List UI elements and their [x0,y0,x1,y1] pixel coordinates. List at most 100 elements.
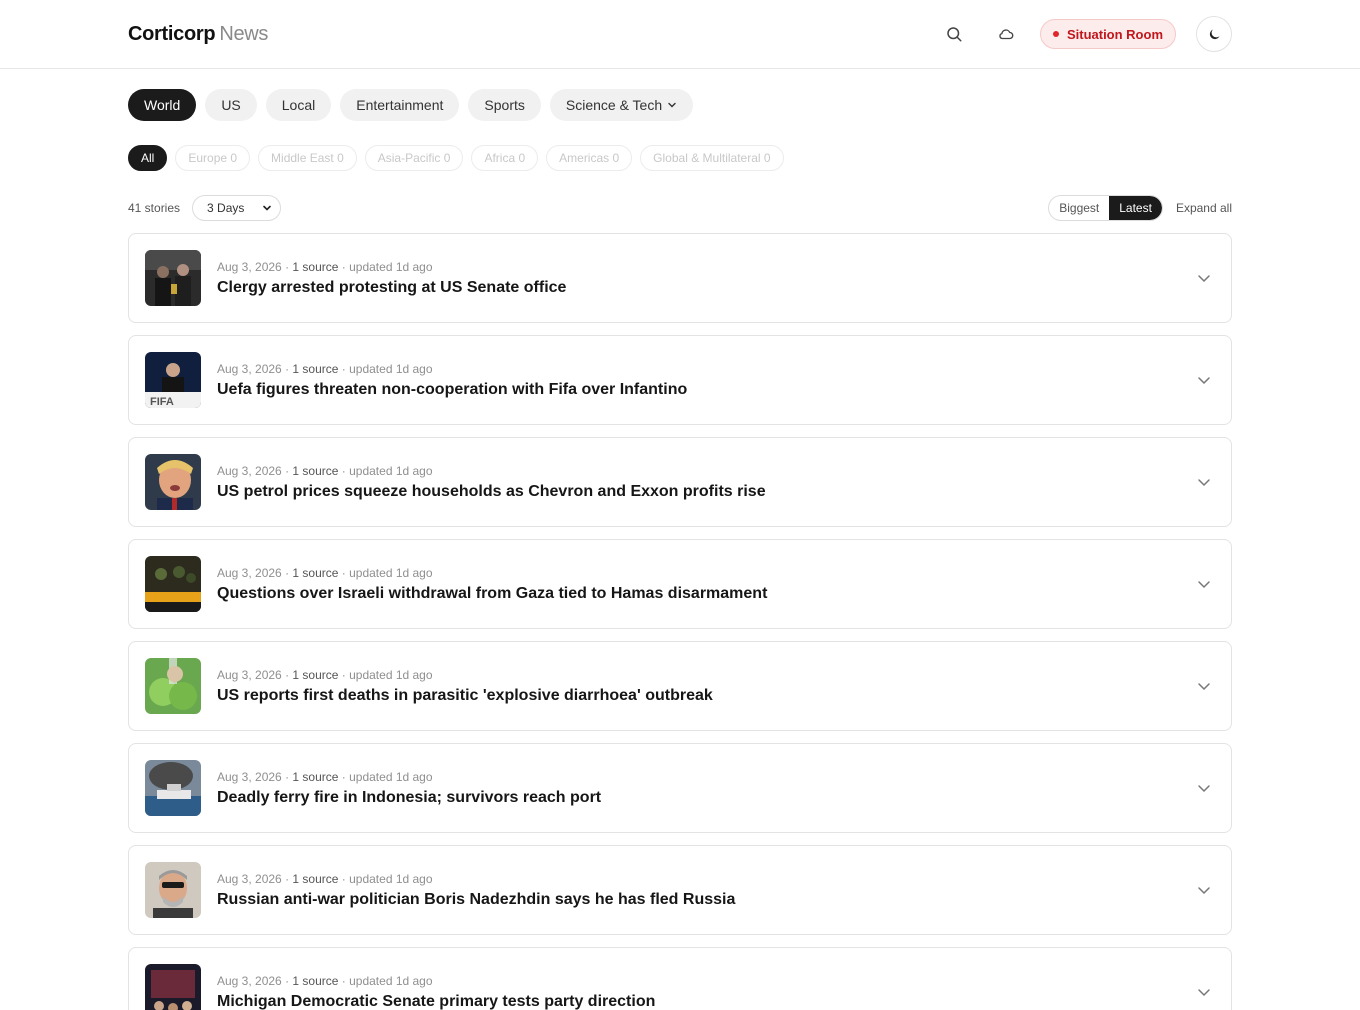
story-card[interactable]: Aug 3, 2026 · 1 source · updated 1d ago … [128,641,1232,731]
chevron-down-icon[interactable] [1197,475,1211,489]
story-source: 1 source [292,259,339,274]
stories-toolbar: 41 stories 3 Days Biggest Latest Expand … [128,195,1232,221]
story-headline: Clergy arrested protesting at US Senate … [217,278,567,296]
tab-entertainment[interactable]: Entertainment [340,89,460,121]
story-updated: updated 1d ago [349,361,433,376]
story-meta: Aug 3, 2026 · 1 source · updated 1d ago [217,259,433,274]
tab-label: Sports [484,97,525,113]
story-text: Aug 3, 2026 · 1 source · updated 1d ago … [217,566,767,603]
main-content: World US Local Entertainment Sports Scie… [0,89,1360,1010]
tab-world[interactable]: World [128,89,197,121]
story-card[interactable]: Aug 3, 2026 · 1 source · updated 1d ago … [128,539,1232,629]
sort-toggle: Biggest Latest [1048,195,1163,221]
story-source: 1 source [292,565,339,580]
region-label: Middle East 0 [271,151,344,165]
tab-us[interactable]: US [205,89,257,121]
search-icon [947,27,962,42]
chevron-down-icon[interactable] [1197,679,1211,693]
story-thumbnail [145,454,201,510]
live-dot-icon [1052,31,1059,37]
story-thumbnail [145,658,201,714]
chevron-down-icon[interactable] [1197,985,1211,999]
chevron-down-icon[interactable] [1197,577,1211,591]
story-text: Aug 3, 2026 · 1 source · updated 1d ago … [217,260,566,297]
region-all[interactable]: All [128,145,168,171]
story-date: Aug 3, 2026 [217,463,282,478]
tab-label: Entertainment [356,97,444,113]
story-meta: Aug 3, 2026 · 1 source · updated 1d ago [217,565,433,580]
theme-toggle-button[interactable] [1196,16,1232,52]
region-label: All [141,151,155,165]
cloud-icon [999,29,1014,40]
expand-all-button[interactable]: Expand all [1176,201,1232,215]
sort-latest-button[interactable]: Latest [1109,196,1162,220]
story-thumbnail [145,964,201,1010]
story-card[interactable]: Aug 3, 2026 · 1 source · updated 1d ago … [128,947,1232,1010]
sort-biggest-button[interactable]: Biggest [1049,196,1109,220]
stories-count: 41 stories [128,201,181,215]
header-actions: Situation Room [936,16,1232,52]
tab-label: Local [281,97,316,113]
region-global-multilateral[interactable]: Global & Multilateral 0 [640,145,784,171]
region-americas[interactable]: Americas 0 [546,145,633,171]
story-date: Aug 3, 2026 [217,973,282,988]
story-meta: Aug 3, 2026 · 1 source · updated 1d ago [217,463,433,478]
story-card[interactable]: Aug 3, 2026 · 1 source · updated 1d ago … [128,845,1232,935]
tab-science-tech[interactable]: Science & Tech [549,89,694,121]
story-source: 1 source [292,361,339,376]
region-label: Africa 0 [484,151,526,165]
weather-button[interactable] [988,16,1024,52]
story-updated: updated 1d ago [349,259,433,274]
story-headline: US reports first deaths in parasitic 'ex… [217,686,713,704]
story-source: 1 source [292,769,339,784]
story-updated: updated 1d ago [349,871,433,886]
region-asia-pacific[interactable]: Asia-Pacific 0 [364,145,464,171]
situation-room-label: Situation Room [1066,26,1163,42]
story-card[interactable]: Aug 3, 2026 · 1 source · updated 1d ago … [128,233,1232,323]
chevron-down-icon[interactable] [1197,271,1211,285]
story-card[interactable]: FIFA Aug 3, 2026 · 1 source · updated 1d… [128,335,1232,425]
story-date: Aug 3, 2026 [217,565,282,580]
search-button[interactable] [936,16,972,52]
tab-local[interactable]: Local [265,89,332,121]
story-source: 1 source [292,871,339,886]
chevron-down-icon[interactable] [1197,883,1211,897]
region-europe[interactable]: Europe 0 [175,145,251,171]
chevron-down-icon [263,205,271,211]
tab-sports[interactable]: Sports [468,89,541,121]
moon-icon [1209,29,1219,39]
brand-logo[interactable]: Corticorp News [128,23,268,46]
tab-label: Science & Tech [565,97,663,113]
svg-text:FIFA: FIFA [150,396,174,408]
story-list: Aug 3, 2026 · 1 source · updated 1d ago … [128,233,1232,1010]
region-africa[interactable]: Africa 0 [471,145,539,171]
story-card[interactable]: Aug 3, 2026 · 1 source · updated 1d ago … [128,437,1232,527]
story-headline: Questions over Israeli withdrawal from G… [217,584,768,602]
story-date: Aug 3, 2026 [217,667,282,682]
chevron-down-icon[interactable] [1197,373,1211,387]
brand-name: Corticorp [128,22,216,45]
region-middle-east[interactable]: Middle East 0 [258,145,357,171]
story-source: 1 source [292,667,339,682]
site-header: Corticorp News Situation Room [0,0,1360,69]
story-thumbnail [145,862,201,918]
brand-sub: News [219,22,269,45]
time-range-select[interactable]: 3 Days [192,195,282,221]
story-text: Aug 3, 2026 · 1 source · updated 1d ago … [217,770,601,807]
story-meta: Aug 3, 2026 · 1 source · updated 1d ago [217,361,433,376]
story-updated: updated 1d ago [349,769,433,784]
toolbar-right: Biggest Latest Expand all [1048,195,1232,221]
story-date: Aug 3, 2026 [217,871,282,886]
story-headline: US petrol prices squeeze households as C… [217,482,766,500]
story-text: Aug 3, 2026 · 1 source · updated 1d ago … [217,872,735,909]
situation-room-button[interactable]: Situation Room [1039,19,1176,49]
region-label: Asia-Pacific 0 [377,151,451,165]
story-meta: Aug 3, 2026 · 1 source · updated 1d ago [217,769,433,784]
story-headline: Deadly ferry fire in Indonesia; survivor… [217,788,602,806]
story-text: Aug 3, 2026 · 1 source · updated 1d ago … [217,974,655,1010]
chevron-down-icon[interactable] [1197,781,1211,795]
story-thumbnail [145,760,201,816]
story-date: Aug 3, 2026 [217,361,282,376]
story-card[interactable]: Aug 3, 2026 · 1 source · updated 1d ago … [128,743,1232,833]
story-text: Aug 3, 2026 · 1 source · updated 1d ago … [217,362,687,399]
